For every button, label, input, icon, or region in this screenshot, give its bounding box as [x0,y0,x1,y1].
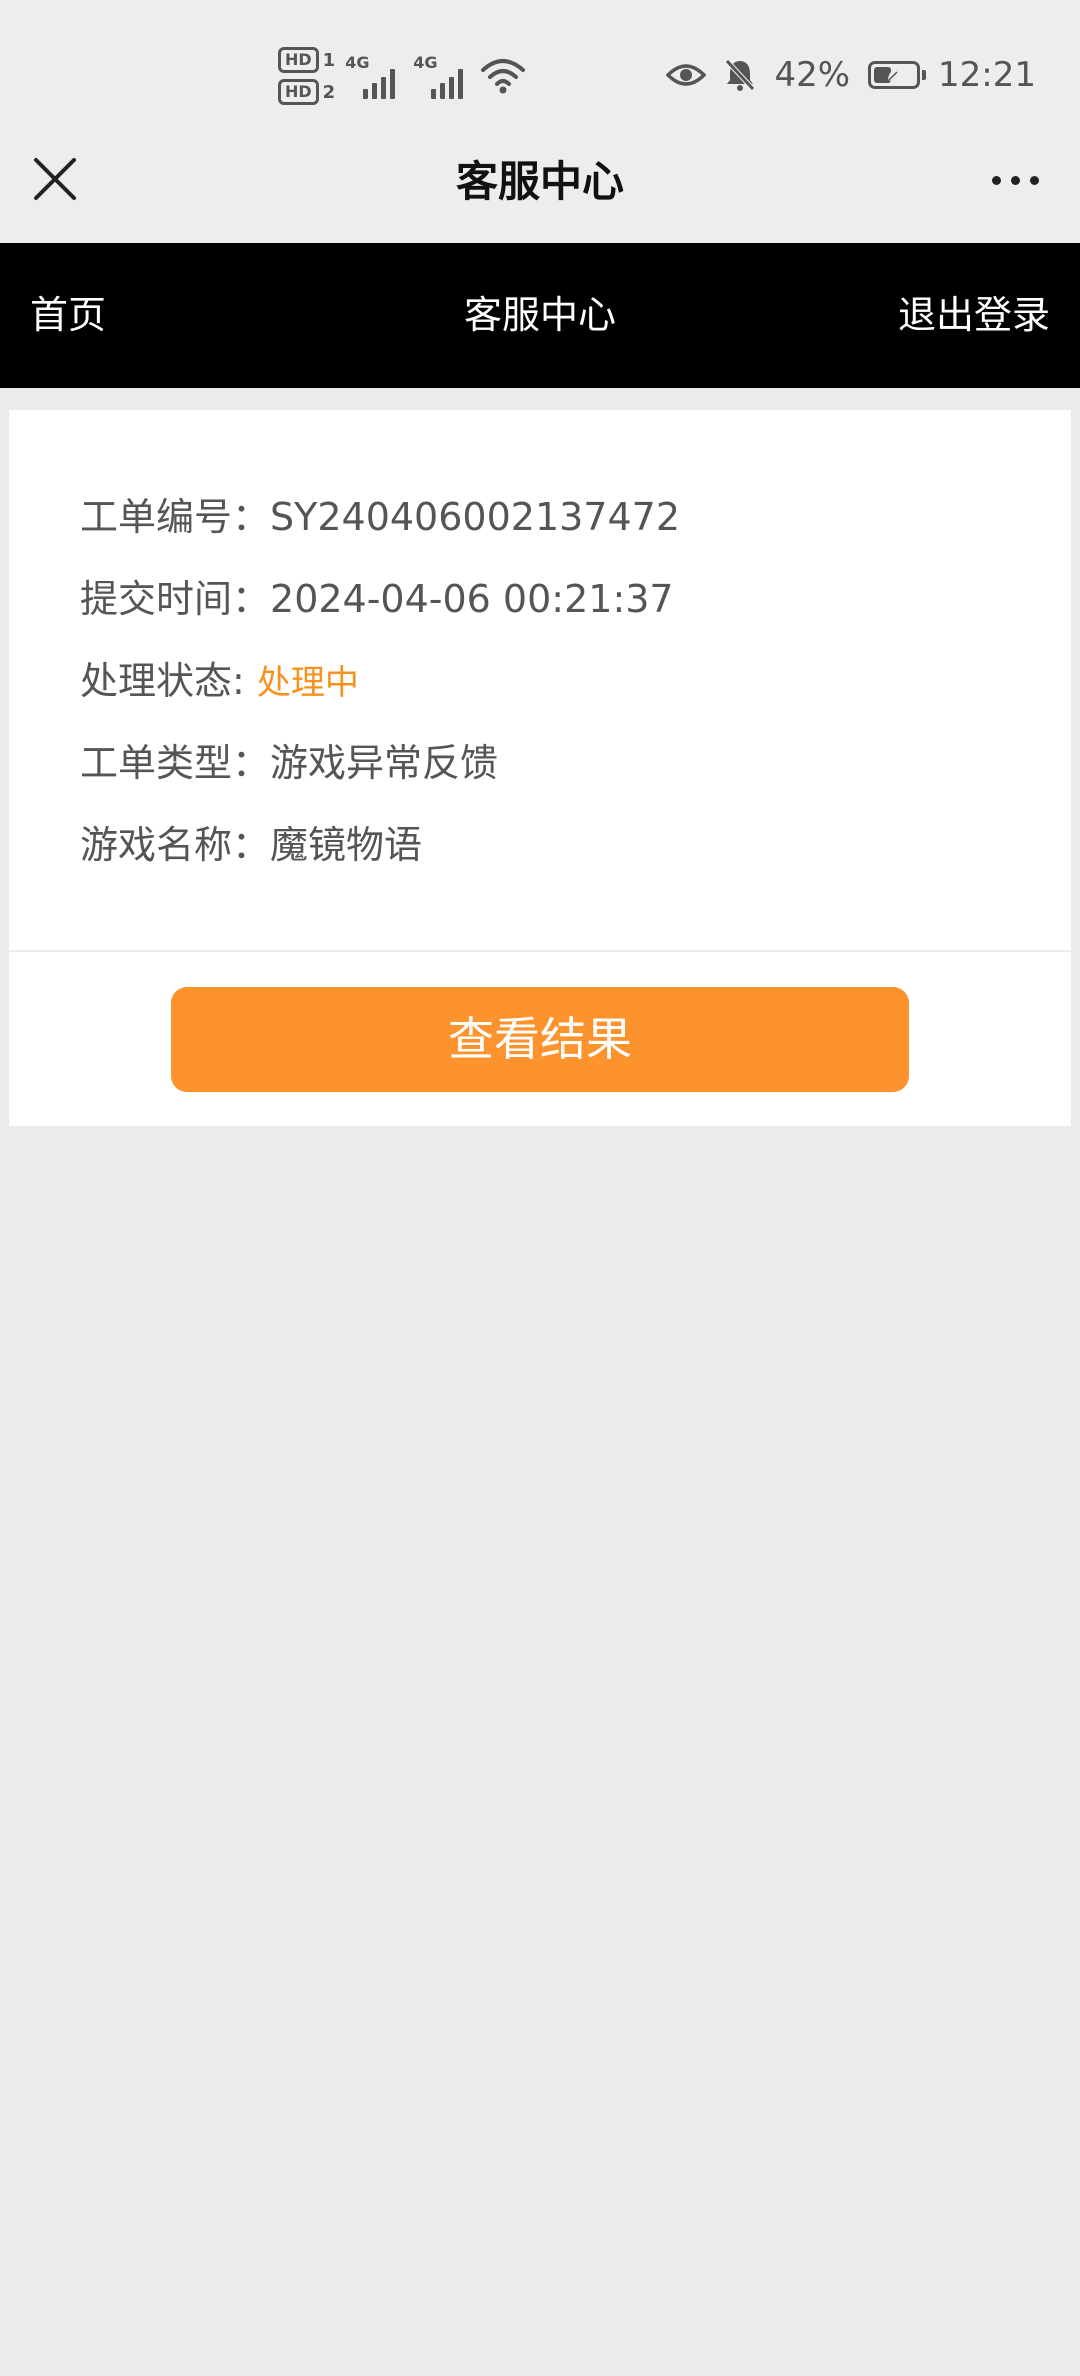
game-name-value: 魔镜物语 [270,823,423,867]
submit-time-row: 提交时间：2024-04-06 00:21:37 [80,558,680,640]
game-name-row: 游戏名称：魔镜物语 [80,804,680,886]
signal-2-icon: 4G [413,51,471,101]
battery-percent: 42% [774,55,851,95]
status-bar-right: 42% 12:21 [666,48,1036,102]
hd2-badge: HD [278,79,319,105]
divider [9,950,1071,952]
submit-time-label: 提交时间： [80,577,271,621]
logout-link[interactable]: 退出登录 [898,243,1050,388]
hd1-badge: HD [278,47,319,73]
status-badge: 处理中 [256,663,359,703]
wifi-icon [481,59,526,94]
ticket-type-row: 工单类型：游戏异常反馈 [80,722,680,804]
page-title: 客服中心 [455,157,624,206]
game-name-label: 游戏名称： [80,823,271,867]
top-nav: 首页 客服中心 退出登录 [0,243,1080,388]
status-row: 处理状态: 处理中 [80,640,680,722]
ticket-number-label: 工单编号： [80,495,271,539]
ticket-type-value: 游戏异常反馈 [270,741,499,785]
leaf-icon [887,69,901,82]
clock: 12:21 [938,55,1036,95]
hd1-sub: 1 [322,49,336,71]
ticket-card: 工单编号：SY240406002137472 提交时间：2024-04-06 0… [9,410,1071,1126]
hd-indicator: HD 1 HD 2 [278,47,335,105]
more-icon[interactable] [980,160,1050,200]
hd2-sub: 2 [322,81,336,103]
ticket-info: 工单编号：SY240406002137472 提交时间：2024-04-06 0… [80,476,680,886]
ticket-number-value: SY240406002137472 [270,495,680,539]
status-label: 处理状态: [80,659,257,703]
battery-icon [868,61,927,89]
ticket-type-label: 工单类型： [80,741,271,785]
ticket-number-row: 工单编号：SY240406002137472 [80,476,680,558]
status-bar-left: HD 1 HD 2 4G 4G [278,42,526,110]
view-result-button[interactable]: 查看结果 [171,987,909,1092]
signal-1-icon: 4G [345,51,403,101]
bell-off-icon [725,59,756,91]
title-bar: 客服中心 [0,150,1080,243]
submit-time-value: 2024-04-06 00:21:37 [270,577,674,621]
status-bar: HD 1 HD 2 4G 4G 42% 12:21 [0,0,1080,150]
eye-icon [666,64,707,86]
